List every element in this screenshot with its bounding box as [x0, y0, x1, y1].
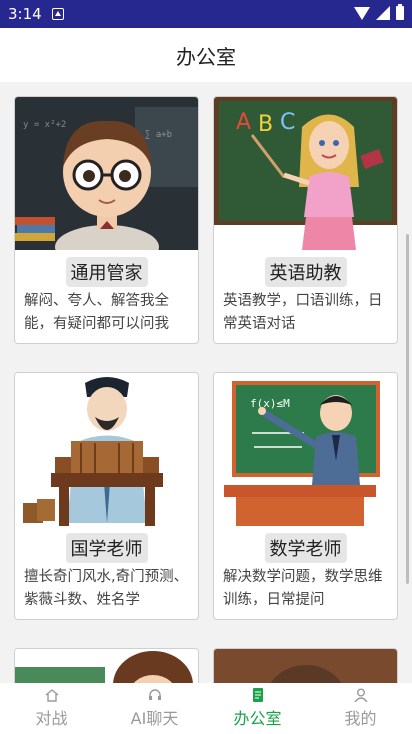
nav-label: 我的 [344, 709, 377, 728]
partial-left-illustration [15, 649, 198, 683]
user-icon [353, 688, 368, 702]
page-title: 办公室 [176, 44, 236, 69]
card-english-assistant[interactable]: A B C 英语助教 英语教学，口语训练，日常英语对话 [213, 96, 398, 344]
card-name: 通用管家 [65, 257, 148, 287]
nav-tab-mine[interactable]: 我的 [309, 683, 412, 734]
status-icons [354, 4, 404, 20]
letter-c: C [280, 110, 295, 135]
wifi-icon [354, 6, 370, 20]
card-name: 国学老师 [65, 533, 148, 563]
battery-icon [396, 4, 404, 20]
svg-text:∑ a+b: ∑ a+b [145, 130, 172, 140]
nav-label: 办公室 [233, 709, 282, 728]
card-partial-left[interactable] [14, 648, 199, 683]
card-description: 解决数学问题，数学思维训练，日常提问 [223, 569, 383, 608]
scrollbar[interactable] [406, 234, 409, 584]
nav-label: AI聊天 [130, 709, 179, 728]
document-icon [252, 688, 263, 702]
card-description: 擅长奇门风水,奇门预测、紫薇斗数、姓名学 [24, 569, 189, 608]
card-name: 数学老师 [264, 533, 347, 563]
classics-teacher-illustration [15, 373, 198, 526]
card-name-container: 国学老师 [15, 533, 198, 563]
nav-tab-ai-chat[interactable]: AI聊天 [103, 683, 206, 734]
signal-icon [376, 6, 390, 20]
card-math-teacher[interactable]: f(x)≤M 数学老师 解决数学问题，数学思维训练，日常提问 [213, 372, 398, 620]
headset-icon [148, 689, 161, 700]
letter-a: A [236, 110, 251, 135]
status-time: 3:14 [8, 5, 42, 23]
card-description: 英语教学，口语训练，日常英语对话 [223, 293, 383, 332]
svg-text:y = x²+2: y = x²+2 [23, 120, 66, 130]
assistant-list[interactable]: y = x²+2 ∑ a+b 通用管家 解闷、夸人、解答我全能，有疑问都可以问我… [0, 82, 412, 683]
english-teacher-illustration: A B C [214, 97, 397, 250]
partial-right-illustration [214, 649, 397, 683]
notification-icon [51, 8, 64, 20]
card-general-butler[interactable]: y = x²+2 ∑ a+b 通用管家 解闷、夸人、解答我全能，有疑问都可以问我 [14, 96, 199, 344]
nav-tab-office[interactable]: 办公室 [206, 683, 309, 734]
nav-label: 对战 [35, 709, 68, 728]
math-formula: f(x)≤M [250, 397, 290, 410]
card-chinese-classics-teacher[interactable]: 国学老师 擅长奇门风水,奇门预测、紫薇斗数、姓名学 [14, 372, 199, 620]
nav-tab-battle[interactable]: 对战 [0, 683, 103, 734]
card-name: 英语助教 [264, 257, 347, 287]
card-name-container: 英语助教 [214, 257, 397, 287]
card-name-container: 数学老师 [214, 533, 397, 563]
letter-b: B [258, 112, 273, 137]
card-description: 解闷、夸人、解答我全能，有疑问都可以问我 [24, 293, 169, 332]
math-teacher-illustration: f(x)≤M [214, 373, 397, 526]
bottom-navigation: 对战 AI聊天 办公室 我的 [0, 683, 412, 734]
butler-illustration: y = x²+2 ∑ a+b [15, 97, 198, 250]
title-bar: 办公室 [0, 28, 412, 82]
card-name-container: 通用管家 [15, 257, 198, 287]
card-partial-right[interactable] [213, 648, 398, 683]
status-bar: 3:14 [0, 0, 412, 28]
home-icon [45, 689, 58, 702]
